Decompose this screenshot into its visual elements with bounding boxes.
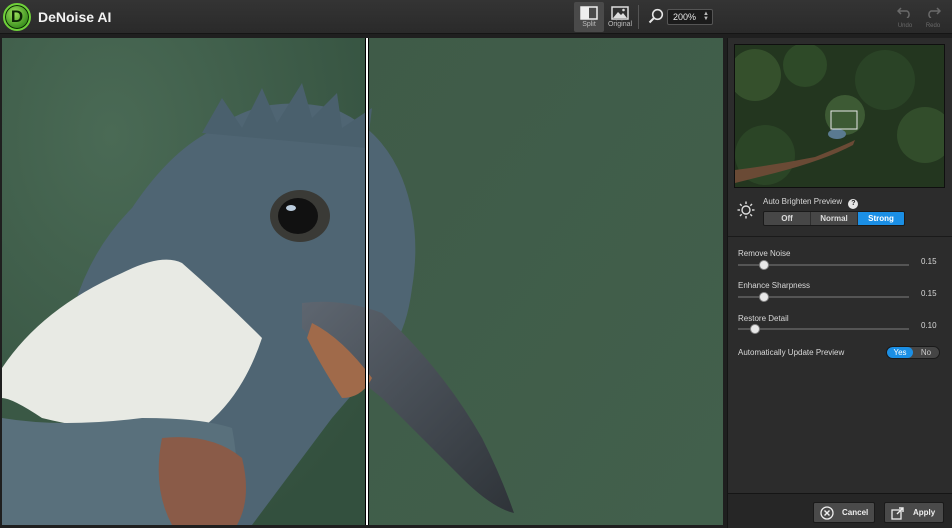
panel-footer: Cancel Apply: [728, 493, 952, 528]
apply-button[interactable]: Apply: [884, 502, 944, 523]
auto-update-no[interactable]: No: [913, 347, 939, 358]
enhance-sharpness-slider[interactable]: [738, 292, 909, 302]
brighten-option-off[interactable]: Off: [764, 212, 811, 225]
original-view-button[interactable]: Original: [605, 2, 635, 32]
stepper-icon: ▲ ▼: [703, 11, 709, 22]
enhance-sharpness-label: Enhance Sharpness: [738, 281, 811, 290]
auto-brighten-text: Auto Brighten Preview: [763, 197, 843, 206]
auto-update-toggle[interactable]: Yes No: [886, 346, 940, 359]
remove-noise-slider-thumb[interactable]: [758, 260, 769, 270]
remove-noise-label: Remove Noise: [738, 249, 791, 258]
undo-button[interactable]: Undo: [893, 5, 917, 29]
image-icon: [611, 6, 629, 20]
undo-icon: [896, 7, 910, 19]
enhance-sharpness-value: 0.15: [921, 289, 937, 298]
restore-detail-value: 0.10: [921, 321, 937, 330]
auto-update-label: Automatically Update Preview: [738, 348, 845, 357]
apply-export-icon: [891, 507, 904, 520]
original-label: Original: [607, 21, 633, 28]
restore-detail-slider[interactable]: [738, 324, 909, 334]
zoom-level-select[interactable]: 200% ▲ ▼: [667, 9, 713, 25]
brighten-option-normal[interactable]: Normal: [811, 212, 858, 225]
auto-brighten-label: Auto Brighten Preview ?: [763, 197, 859, 209]
toolbar-divider: [638, 5, 639, 29]
restore-detail-label: Restore Detail: [738, 314, 789, 323]
redo-button[interactable]: Redo: [921, 5, 945, 29]
brighten-option-strong[interactable]: Strong: [858, 212, 904, 225]
apply-label: Apply: [913, 508, 936, 517]
image-preview-canvas[interactable]: [2, 38, 723, 525]
cancel-x-icon: [820, 506, 834, 520]
auto-update-yes[interactable]: Yes: [887, 347, 913, 358]
split-divider-handle[interactable]: [365, 38, 369, 525]
help-icon[interactable]: ?: [848, 199, 859, 209]
app-title: DeNoise AI: [38, 9, 112, 25]
restore-detail-slider-thumb[interactable]: [750, 324, 761, 334]
redo-icon: [928, 7, 942, 19]
cancel-button[interactable]: Cancel: [813, 502, 875, 523]
split-view-icon: [580, 6, 598, 20]
top-toolbar: D DeNoise AI Split Original 200% ▲ ▼ Undo: [0, 0, 952, 34]
settings-panel: Auto Brighten Preview ? Off Normal Stron…: [727, 38, 952, 528]
cancel-label: Cancel: [842, 508, 869, 517]
navigator-preview-image: [735, 45, 944, 187]
app-logo: D: [3, 3, 31, 31]
redo-label: Redo: [925, 23, 941, 29]
navigator-thumbnail[interactable]: [734, 44, 945, 188]
split-view-button[interactable]: Split: [574, 2, 604, 32]
remove-noise-slider[interactable]: [738, 260, 909, 270]
section-divider: [728, 236, 952, 237]
zoom-icon[interactable]: [648, 8, 664, 24]
enhance-sharpness-slider-thumb[interactable]: [758, 292, 769, 302]
auto-brighten-segmented-control: Off Normal Strong: [763, 211, 905, 226]
split-label: Split: [582, 21, 596, 28]
kingfisher-photo: [2, 38, 723, 525]
logo-letter: D: [10, 7, 24, 26]
undo-label: Undo: [897, 23, 913, 29]
remove-noise-value: 0.15: [921, 257, 937, 266]
brightness-sun-icon: [737, 201, 755, 219]
zoom-value: 200%: [673, 12, 697, 22]
